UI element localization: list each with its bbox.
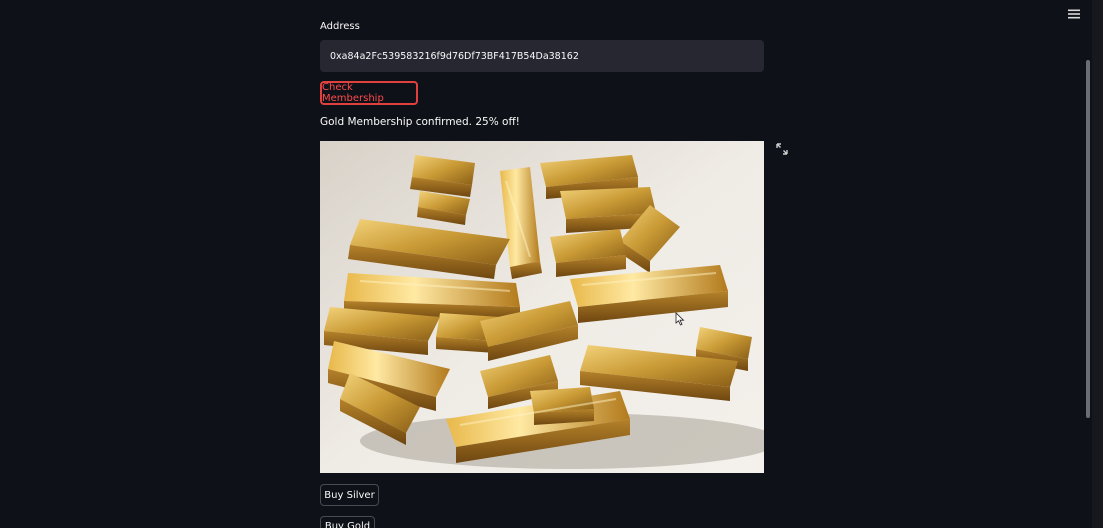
main-menu-button[interactable] [1064, 6, 1084, 22]
top-bar [0, 0, 1090, 3]
mouse-pointer-icon [675, 311, 685, 330]
gold-bars-image [320, 141, 764, 473]
app-root: Address 0xa84a2Fc539583216f9d76Df73BF417… [0, 0, 1103, 528]
address-input[interactable]: 0xa84a2Fc539583216f9d76Df73BF417B54Da381… [320, 40, 764, 72]
buy-gold-button[interactable]: Buy Gold [320, 516, 375, 528]
buy-silver-button[interactable]: Buy Silver [320, 484, 379, 506]
fullscreen-button[interactable] [774, 141, 790, 157]
hamburger-menu-icon [1068, 9, 1080, 19]
scrollbar-thumb[interactable] [1086, 60, 1090, 418]
expand-fullscreen-icon [776, 143, 788, 155]
membership-status-message: Gold Membership confirmed. 25% off! [320, 116, 520, 128]
window-edge [1092, 0, 1103, 528]
check-membership-button[interactable]: Check Membership [320, 81, 418, 105]
address-label: Address [320, 21, 360, 31]
